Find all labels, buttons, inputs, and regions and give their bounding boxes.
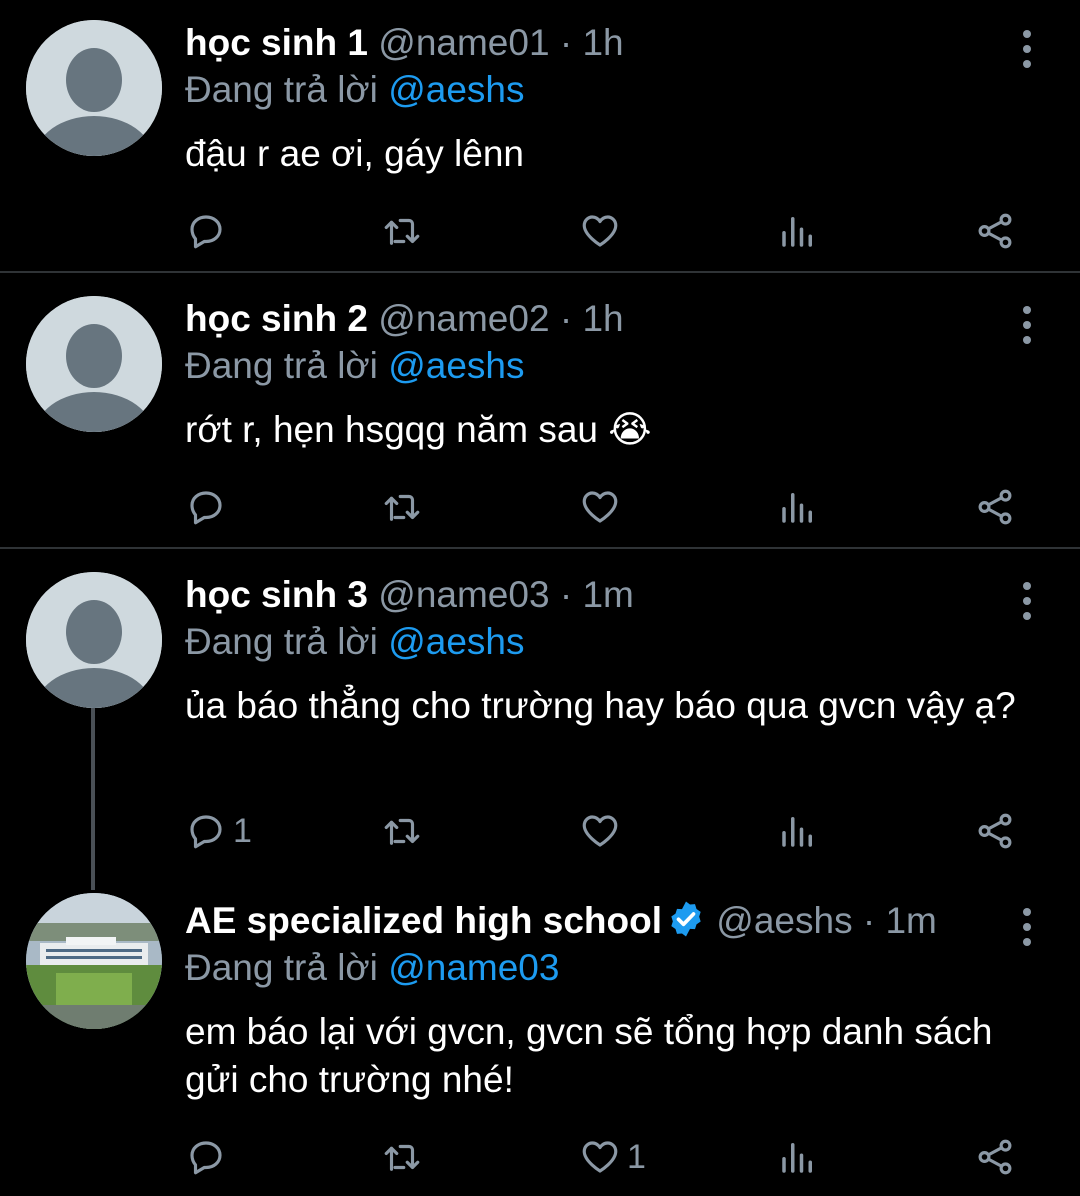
avatar-default[interactable]	[26, 296, 162, 432]
replying-to-label: Đang trả lời	[185, 947, 378, 988]
user-handle[interactable]: @name02	[378, 298, 549, 339]
like-button[interactable]	[579, 808, 627, 854]
timestamp[interactable]: 1m	[885, 900, 936, 941]
action-bar: 1	[185, 1134, 1035, 1180]
share-button[interactable]	[974, 1134, 1016, 1180]
avatar-school[interactable]	[26, 893, 162, 1029]
share-icon	[978, 1139, 1012, 1175]
reply-icon	[190, 1141, 222, 1175]
views-button[interactable]	[777, 484, 819, 530]
thread-connector-line	[91, 708, 95, 890]
tweet-header: AE specialized high school @aeshs · 1m	[185, 898, 937, 950]
retweet-icon	[384, 818, 420, 845]
replying-to: Đang trả lời @aeshs	[185, 67, 524, 113]
tweet-header: học sinh 2 @name02 · 1h	[185, 296, 624, 342]
tweet-text: ủa báo thẳng cho trường hay báo qua gvcn…	[185, 685, 1016, 726]
verified-badge-icon	[666, 899, 706, 950]
more-vertical-icon[interactable]	[1020, 306, 1034, 351]
reply-button[interactable]	[185, 484, 233, 530]
heart-icon	[582, 215, 618, 247]
reply-icon	[190, 215, 222, 249]
like-count: 1	[627, 1137, 646, 1176]
views-icon	[782, 217, 812, 247]
replying-to-label: Đang trả lời	[185, 345, 378, 386]
mention-link[interactable]: @aeshs	[388, 345, 524, 386]
heart-icon	[582, 1141, 618, 1173]
replying-to: Đang trả lời @aeshs	[185, 619, 524, 665]
display-name[interactable]: học sinh 2	[185, 298, 368, 339]
user-handle[interactable]: @aeshs	[716, 900, 852, 941]
share-icon	[978, 213, 1012, 249]
reply-button[interactable]	[185, 1134, 233, 1180]
default-avatar-icon	[26, 572, 162, 708]
separator-dot: ·	[559, 298, 573, 339]
display-name[interactable]: học sinh 1	[185, 22, 368, 63]
share-button[interactable]	[974, 808, 1016, 854]
share-icon	[978, 489, 1012, 525]
action-bar	[185, 484, 1035, 530]
avatar-default[interactable]	[26, 20, 162, 156]
share-button[interactable]	[974, 484, 1016, 530]
default-avatar-icon	[26, 20, 162, 156]
tweet-text: đậu r ae ơi, gáy lênn	[185, 133, 524, 174]
more-vertical-icon[interactable]	[1020, 582, 1034, 627]
reply-button[interactable]	[185, 208, 233, 254]
tweet-header: học sinh 3 @name03 · 1m	[185, 572, 634, 618]
share-icon	[978, 813, 1012, 849]
views-button[interactable]	[777, 808, 819, 854]
display-name[interactable]: học sinh 3	[185, 574, 368, 615]
divider	[0, 271, 1080, 273]
action-bar	[185, 208, 1035, 254]
replying-to: Đang trả lời @aeshs	[185, 343, 524, 389]
tweet-text: rớt r, hẹn hsgqg năm sau 😭	[185, 409, 652, 450]
reply-icon	[190, 491, 222, 525]
views-button[interactable]	[777, 208, 819, 254]
retweet-icon	[384, 1144, 420, 1171]
retweet-button[interactable]	[381, 1134, 423, 1180]
mention-link[interactable]: @aeshs	[388, 621, 524, 662]
display-name[interactable]: AE specialized high school	[185, 900, 662, 941]
mention-link[interactable]: @name03	[388, 947, 559, 988]
retweet-button[interactable]	[381, 808, 423, 854]
divider	[0, 547, 1080, 549]
like-button[interactable]	[579, 484, 627, 530]
replying-to-label: Đang trả lời	[185, 621, 378, 662]
mention-link[interactable]: @aeshs	[388, 69, 524, 110]
views-icon	[782, 493, 812, 523]
user-handle[interactable]: @name01	[378, 22, 549, 63]
heart-icon	[582, 815, 618, 847]
more-vertical-icon[interactable]	[1020, 908, 1034, 953]
reply-icon	[190, 815, 222, 849]
retweet-button[interactable]	[381, 484, 423, 530]
separator-dot: ·	[559, 22, 573, 63]
action-bar: 1	[185, 808, 1035, 854]
timestamp[interactable]: 1h	[582, 22, 623, 63]
separator-dot: ·	[862, 900, 876, 941]
like-button[interactable]	[579, 208, 627, 254]
share-button[interactable]	[974, 208, 1016, 254]
replying-to-label: Đang trả lời	[185, 69, 378, 110]
reply-button[interactable]: 1	[185, 808, 252, 854]
reply-count: 1	[233, 811, 252, 850]
retweet-button[interactable]	[381, 208, 423, 254]
more-vertical-icon[interactable]	[1020, 30, 1034, 75]
default-avatar-icon	[26, 296, 162, 432]
views-icon	[782, 817, 812, 847]
views-button[interactable]	[777, 1134, 819, 1180]
timestamp[interactable]: 1h	[582, 298, 623, 339]
school-photo-avatar-icon	[26, 893, 162, 1029]
timestamp[interactable]: 1m	[582, 574, 633, 615]
separator-dot: ·	[559, 574, 573, 615]
heart-icon	[582, 491, 618, 523]
tweet-text: em báo lại với gvcn, gvcn sẽ tổng hợp da…	[185, 1011, 993, 1100]
avatar-default[interactable]	[26, 572, 162, 708]
retweet-icon	[384, 494, 420, 521]
retweet-icon	[384, 218, 420, 245]
views-icon	[782, 1143, 812, 1173]
user-handle[interactable]: @name03	[378, 574, 549, 615]
like-button[interactable]: 1	[579, 1134, 646, 1180]
replying-to: Đang trả lời @name03	[185, 945, 559, 991]
tweet-header: học sinh 1 @name01 · 1h	[185, 20, 624, 66]
